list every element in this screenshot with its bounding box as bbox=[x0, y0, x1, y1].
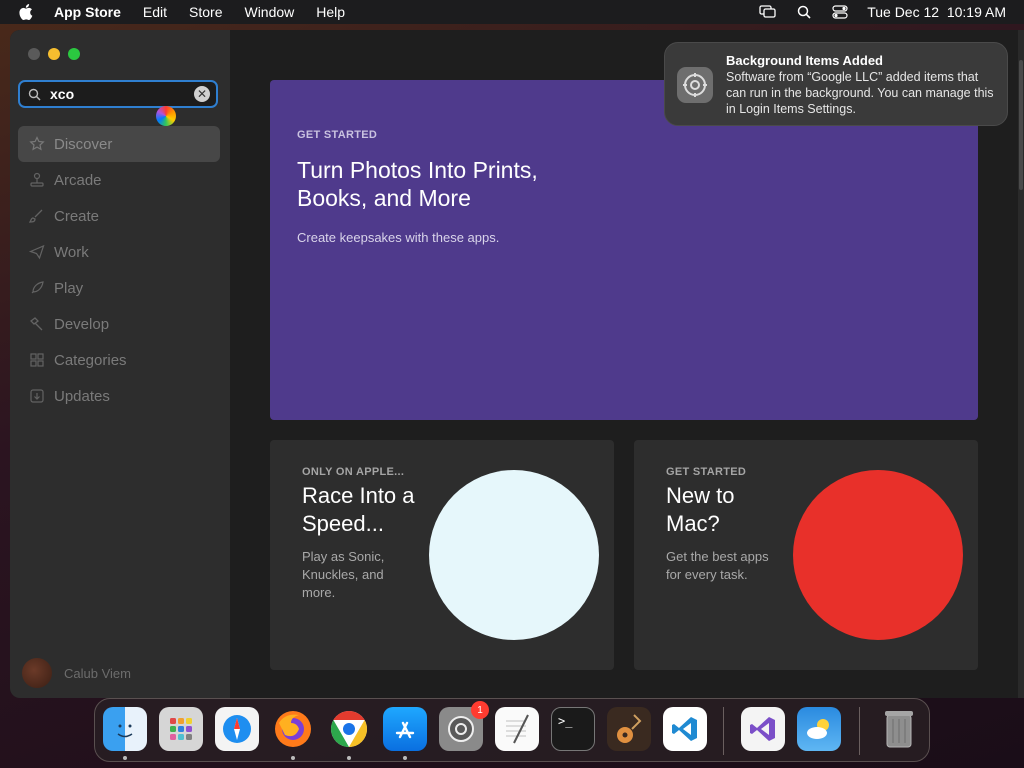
rocket-icon bbox=[28, 279, 46, 297]
sidebar: xco ✕ Discover Arcade Create Work Play D… bbox=[10, 30, 231, 698]
chrome-icon[interactable] bbox=[327, 707, 371, 751]
textedit-icon[interactable] bbox=[495, 707, 539, 751]
sidebar-item-categories[interactable]: Categories bbox=[18, 342, 220, 378]
menu-help[interactable]: Help bbox=[316, 4, 345, 20]
trash-icon[interactable] bbox=[877, 707, 921, 751]
garageband-icon[interactable] bbox=[607, 707, 651, 751]
sidebar-item-label: Arcade bbox=[54, 171, 102, 189]
hero-banner[interactable]: GET STARTED Turn Photos Into Prints, Boo… bbox=[270, 80, 978, 420]
sidebar-item-label: Work bbox=[54, 243, 89, 261]
feature-card-race[interactable]: ONLY ON APPLE... Race Into a Speed... Pl… bbox=[270, 440, 614, 670]
app-store-icon[interactable] bbox=[383, 707, 427, 751]
search-input[interactable]: xco bbox=[50, 86, 194, 102]
app-store-window: xco ✕ Discover Arcade Create Work Play D… bbox=[10, 30, 1024, 698]
card-artwork bbox=[793, 470, 963, 640]
menu-bar: App Store Edit Store Window Help Tue Dec… bbox=[0, 0, 1024, 24]
search-field[interactable]: xco ✕ bbox=[18, 80, 218, 108]
window-controls bbox=[28, 48, 80, 60]
card-title: Race Into a Speed... bbox=[302, 483, 415, 536]
account-button[interactable]: Calub Viem bbox=[22, 658, 131, 688]
card-description: Play as Sonic, Knuckles, and more. bbox=[302, 549, 385, 600]
gear-icon bbox=[677, 67, 713, 103]
safari-icon[interactable] bbox=[215, 707, 259, 751]
card-title: New to Mac? bbox=[666, 483, 735, 536]
running-indicator bbox=[123, 756, 127, 760]
card-eyebrow: ONLY ON APPLE... bbox=[302, 466, 405, 478]
running-indicator bbox=[291, 756, 295, 760]
search-icon bbox=[28, 87, 42, 101]
finder-icon[interactable] bbox=[103, 707, 147, 751]
zoom-button[interactable] bbox=[68, 48, 80, 60]
minimize-button[interactable] bbox=[48, 48, 60, 60]
launchpad-icon[interactable] bbox=[159, 707, 203, 751]
user-name: Calub Viem bbox=[64, 665, 131, 681]
dock-separator bbox=[859, 707, 860, 755]
sidebar-item-label: Create bbox=[54, 207, 100, 225]
menu-store[interactable]: Store bbox=[189, 4, 222, 20]
spotlight-search-icon[interactable] bbox=[795, 3, 813, 21]
paperplane-icon bbox=[28, 243, 46, 261]
hero-eyebrow: GET STARTED bbox=[297, 129, 378, 141]
close-button[interactable] bbox=[28, 48, 40, 60]
running-indicator bbox=[347, 756, 351, 760]
notification-banner[interactable]: Background Items Added Software from “Go… bbox=[664, 42, 1008, 126]
menu-clock[interactable]: Tue Dec 12 10:19 AM bbox=[867, 4, 1006, 20]
sidebar-item-develop[interactable]: Develop bbox=[18, 306, 220, 342]
sidebar-nav: Discover Arcade Create Work Play Develop bbox=[18, 126, 220, 414]
sidebar-item-discover[interactable]: Discover bbox=[18, 126, 220, 162]
notification-badge: 1 bbox=[471, 701, 489, 719]
scrollbar[interactable] bbox=[1018, 30, 1024, 698]
sidebar-item-label: Play bbox=[54, 279, 84, 297]
running-indicator bbox=[403, 756, 407, 760]
dock-separator bbox=[723, 707, 724, 755]
apple-menu-icon[interactable] bbox=[16, 2, 36, 22]
firefox-icon[interactable] bbox=[271, 707, 315, 751]
hero-subtitle: Create keepsakes with these apps. bbox=[297, 230, 500, 245]
menu-edit[interactable]: Edit bbox=[143, 4, 167, 20]
loading-cursor-icon bbox=[156, 106, 176, 126]
system-settings-icon[interactable]: 1 bbox=[439, 701, 489, 751]
menu-app-name[interactable]: App Store bbox=[54, 4, 121, 20]
sidebar-item-label: Discover bbox=[54, 135, 113, 153]
sidebar-item-label: Categories bbox=[54, 351, 127, 369]
main-content: GET STARTED Turn Photos Into Prints, Boo… bbox=[230, 30, 1024, 698]
terminal-icon[interactable]: >_ bbox=[551, 707, 595, 751]
control-center-icon[interactable] bbox=[831, 3, 849, 21]
dock: 1 >_ bbox=[94, 698, 930, 762]
joystick-icon bbox=[28, 171, 46, 189]
sidebar-item-create[interactable]: Create bbox=[18, 198, 220, 234]
star-icon bbox=[28, 135, 46, 153]
vscode-icon[interactable] bbox=[663, 707, 707, 751]
card-artwork bbox=[429, 470, 599, 640]
screen-mirroring-icon[interactable] bbox=[759, 3, 777, 21]
scrollbar-thumb[interactable] bbox=[1019, 60, 1023, 190]
sidebar-item-arcade[interactable]: Arcade bbox=[18, 162, 220, 198]
menu-window[interactable]: Window bbox=[244, 4, 294, 20]
download-icon bbox=[28, 387, 46, 405]
clear-search-icon[interactable]: ✕ bbox=[194, 86, 210, 102]
notification-title: Background Items Added bbox=[726, 53, 883, 68]
card-description: Get the best apps for every task. bbox=[666, 549, 769, 582]
hammer-icon bbox=[28, 315, 46, 333]
weather-icon[interactable] bbox=[797, 707, 841, 751]
sidebar-item-play[interactable]: Play bbox=[18, 270, 220, 306]
brush-icon bbox=[28, 207, 46, 225]
grid-icon bbox=[28, 351, 46, 369]
sidebar-item-updates[interactable]: Updates bbox=[18, 378, 220, 414]
avatar bbox=[22, 658, 52, 688]
feature-card-new-to-mac[interactable]: GET STARTED New to Mac? Get the best app… bbox=[634, 440, 978, 670]
sidebar-item-label: Updates bbox=[54, 387, 110, 405]
notification-body: Software from “Google LLC” added items t… bbox=[726, 70, 994, 116]
sidebar-item-label: Develop bbox=[54, 315, 110, 333]
hero-title: Turn Photos Into Prints, Books, and More bbox=[297, 157, 538, 211]
sidebar-item-work[interactable]: Work bbox=[18, 234, 220, 270]
visual-studio-icon[interactable] bbox=[741, 707, 785, 751]
card-eyebrow: GET STARTED bbox=[666, 466, 747, 478]
